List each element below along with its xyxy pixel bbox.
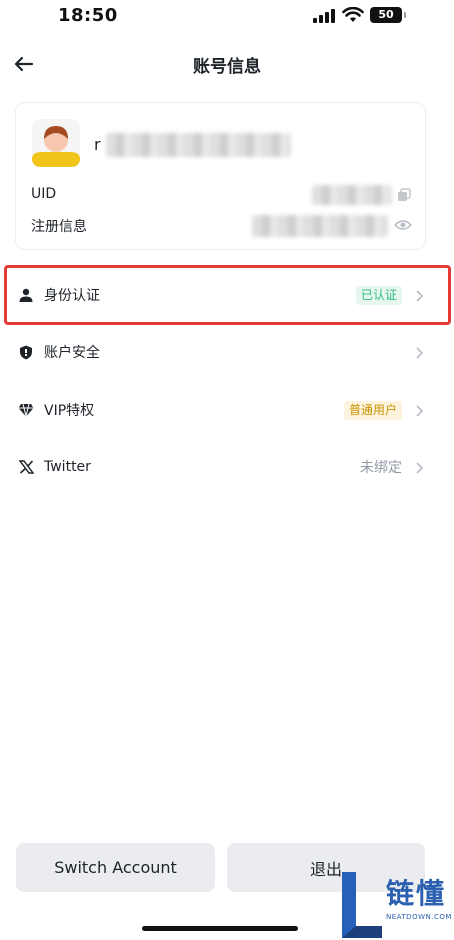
page-title: 账号信息 xyxy=(193,57,261,77)
highlight-frame xyxy=(4,265,451,325)
chevron-right-icon xyxy=(416,347,424,359)
profile-card: r UID 注册信息 xyxy=(15,102,426,250)
home-indicator xyxy=(142,926,298,931)
watermark-cn-text: 链懂 xyxy=(386,877,447,910)
menu-item-security-label: 账户安全 xyxy=(44,345,100,361)
eye-icon[interactable] xyxy=(394,218,412,232)
menu-item-twitter-label: Twitter xyxy=(44,459,91,475)
username-initial: r xyxy=(94,135,101,154)
switch-account-button[interactable]: Switch Account xyxy=(16,843,215,892)
reg-info-label: 注册信息 xyxy=(31,219,87,235)
vip-level-badge: 普通用户 xyxy=(343,400,402,420)
watermark-en-text: NEATDOWN.COM xyxy=(386,913,452,921)
chevron-right-icon xyxy=(416,405,424,417)
status-time: 18:50 xyxy=(58,5,118,26)
menu-item-security[interactable]: 账户安全 xyxy=(8,325,448,379)
username-redacted xyxy=(106,133,291,157)
menu-item-twitter[interactable]: Twitter 未绑定 xyxy=(8,440,448,494)
menu-item-vip-label: VIP特权 xyxy=(44,403,95,419)
x-logo-icon xyxy=(18,459,34,475)
menu-item-vip[interactable]: VIP特权 普通用户 xyxy=(8,383,448,437)
battery-icon: 50 xyxy=(370,7,406,23)
avatar-image xyxy=(32,119,80,167)
avatar xyxy=(32,119,80,167)
reg-info-redacted xyxy=(252,215,388,237)
copy-icon[interactable] xyxy=(397,188,411,202)
header: 账号信息 xyxy=(0,42,454,86)
diamond-icon xyxy=(18,402,34,418)
status-bar: 18:50 50 xyxy=(0,0,454,34)
chevron-right-icon xyxy=(416,462,424,474)
twitter-bind-status: 未绑定 xyxy=(360,460,402,476)
shield-icon xyxy=(18,344,34,360)
wifi-icon xyxy=(342,7,364,22)
username: r xyxy=(94,131,294,159)
uid-label: UID xyxy=(31,186,57,202)
watermark: 链懂 NEATDOWN.COM xyxy=(334,868,454,940)
signal-icon xyxy=(313,9,335,23)
watermark-logo xyxy=(342,872,382,938)
uid-value-redacted xyxy=(312,185,392,205)
